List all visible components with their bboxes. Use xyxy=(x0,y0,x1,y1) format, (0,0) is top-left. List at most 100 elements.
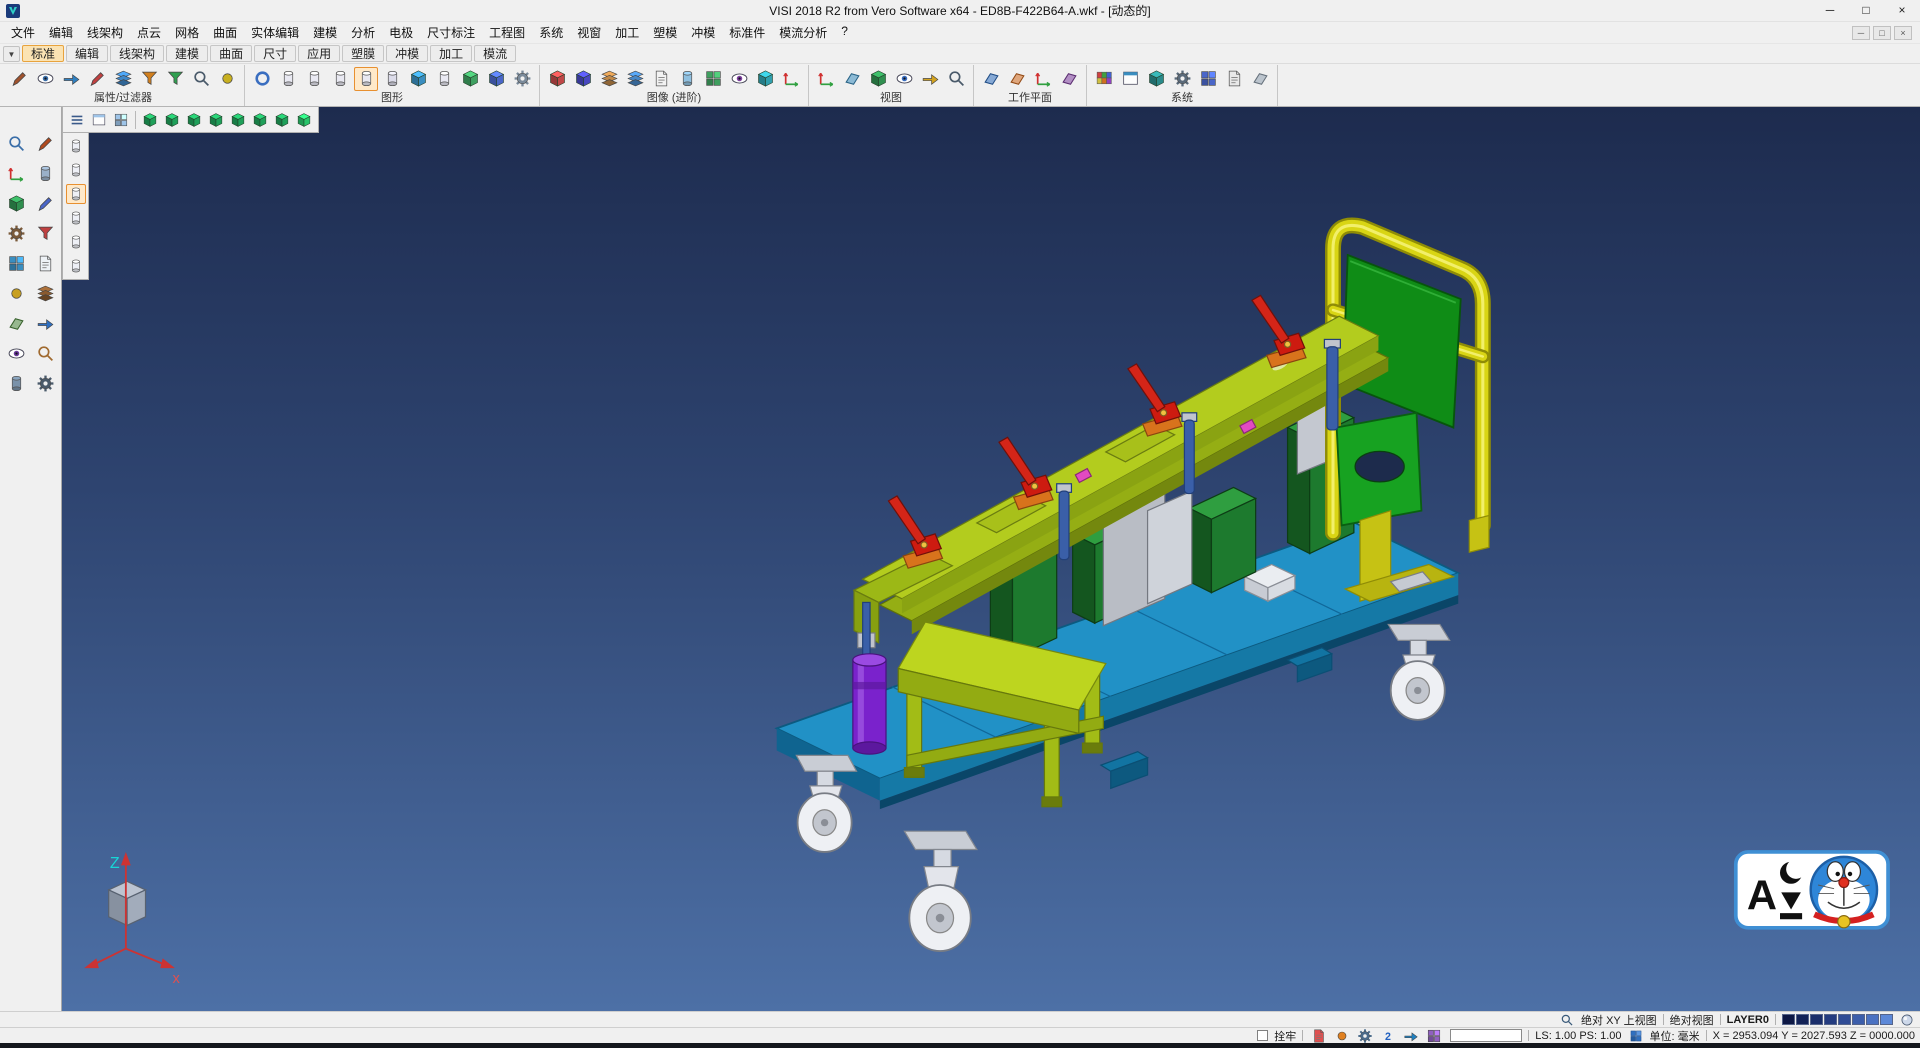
view-reference-label[interactable]: 绝对视图 xyxy=(1670,1012,1714,1028)
view-axes-icon[interactable] xyxy=(814,67,838,91)
edit-attributes-icon[interactable] xyxy=(7,67,31,91)
active-layer-label[interactable]: LAYER0 xyxy=(1727,1014,1769,1026)
menu-item-5[interactable]: 曲面 xyxy=(206,22,244,43)
move-tool-icon[interactable] xyxy=(33,311,57,335)
document-tool-icon[interactable] xyxy=(33,251,57,275)
plane-tool-icon[interactable] xyxy=(4,311,28,335)
tab-4[interactable]: 曲面 xyxy=(210,45,252,62)
menu-item-9[interactable]: 电极 xyxy=(382,22,420,43)
view-visibility-icon[interactable] xyxy=(892,67,916,91)
filter-tool-icon[interactable] xyxy=(33,221,57,245)
menu-item-11[interactable]: 工程图 xyxy=(482,22,532,43)
system-doc-icon[interactable] xyxy=(1222,67,1246,91)
menu-item-15[interactable]: 塑模 xyxy=(646,22,684,43)
menu-item-17[interactable]: 标准件 xyxy=(722,22,772,43)
adv-layers-blue-icon[interactable] xyxy=(623,67,647,91)
mdi-minimize-button[interactable]: ─ xyxy=(1852,26,1870,40)
copy-attributes-icon[interactable] xyxy=(59,67,83,91)
single-view-icon[interactable] xyxy=(89,110,109,130)
filter-curves-icon[interactable] xyxy=(66,160,86,180)
tab-8[interactable]: 冲模 xyxy=(386,45,428,62)
menu-item-1[interactable]: 编辑 xyxy=(42,22,80,43)
grid-status-icon[interactable] xyxy=(1424,1026,1444,1046)
view-plane-icon[interactable] xyxy=(840,67,864,91)
menu-item-0[interactable]: 文件 xyxy=(4,22,42,43)
view-zoom-icon[interactable] xyxy=(944,67,968,91)
view-iso-icon[interactable] xyxy=(140,110,160,130)
adv-render-icon[interactable] xyxy=(753,67,777,91)
adv-layers-orange-icon[interactable] xyxy=(597,67,621,91)
render-green-icon[interactable] xyxy=(458,67,482,91)
workplane-view-icon[interactable] xyxy=(1057,67,1081,91)
mdi-close-button[interactable]: × xyxy=(1894,26,1912,40)
search-entities-icon[interactable] xyxy=(189,67,213,91)
tab-3[interactable]: 建模 xyxy=(166,45,208,62)
view-left-icon[interactable] xyxy=(250,110,270,130)
view-back-icon[interactable] xyxy=(228,110,248,130)
view-cube-icon[interactable] xyxy=(866,67,890,91)
system-cube-icon[interactable] xyxy=(1144,67,1168,91)
menu-item-8[interactable]: 分析 xyxy=(344,22,382,43)
color-palette-icon[interactable] xyxy=(1092,67,1116,91)
shade-mode-3-icon[interactable] xyxy=(328,67,352,91)
model-canvas[interactable]: Z x A xyxy=(62,107,1920,1011)
help-level-icon[interactable]: 2 xyxy=(1378,1026,1398,1046)
view-tool-icon[interactable] xyxy=(4,341,28,365)
viewport[interactable]: Z x A xyxy=(62,107,1920,1011)
render-sphere-icon[interactable] xyxy=(1899,1012,1915,1028)
filter-solids-icon[interactable] xyxy=(66,208,86,228)
view-top-icon[interactable] xyxy=(162,110,182,130)
status-settings-icon[interactable] xyxy=(1355,1026,1375,1046)
filter-surfaces-icon[interactable] xyxy=(66,184,86,204)
menu-item-6[interactable]: 实体编辑 xyxy=(244,22,306,43)
view-rotate-icon[interactable] xyxy=(918,67,942,91)
multi-view-icon[interactable] xyxy=(111,110,131,130)
trim-tool-icon[interactable] xyxy=(33,131,57,155)
point-tool-icon[interactable] xyxy=(4,281,28,305)
entity-visibility-icon[interactable] xyxy=(33,67,57,91)
menu-item-3[interactable]: 点云 xyxy=(130,22,168,43)
close-button[interactable]: × xyxy=(1884,0,1920,21)
shade-mode-4-icon[interactable] xyxy=(380,67,404,91)
view-mode-label[interactable]: 绝对 XY 上视图 xyxy=(1581,1012,1657,1028)
zoom-tool-icon[interactable] xyxy=(33,341,57,365)
wireframe-icon[interactable] xyxy=(250,67,274,91)
mdi-restore-button[interactable]: □ xyxy=(1873,26,1891,40)
view-right-icon[interactable] xyxy=(206,110,226,130)
filter-type-icon[interactable] xyxy=(137,67,161,91)
tab-1[interactable]: 编辑 xyxy=(66,45,108,62)
graphics-settings-icon[interactable] xyxy=(510,67,534,91)
filter-points-icon[interactable] xyxy=(66,136,86,156)
adv-inspect-icon[interactable] xyxy=(727,67,751,91)
shade-mode-5-icon[interactable] xyxy=(432,67,456,91)
layer-swatch-5[interactable] xyxy=(1852,1014,1865,1025)
options-tool-icon[interactable] xyxy=(33,371,57,395)
adv-view-red-icon[interactable] xyxy=(545,67,569,91)
tab-6[interactable]: 应用 xyxy=(298,45,340,62)
toolbar-dropdown-button[interactable]: ▼ xyxy=(3,46,20,62)
error-list-icon[interactable] xyxy=(1309,1026,1329,1046)
viewport-menu-icon[interactable] xyxy=(67,110,87,130)
tab-0[interactable]: 标准 xyxy=(22,45,64,62)
tab-2[interactable]: 线架构 xyxy=(110,45,164,62)
sketch-tool-icon[interactable] xyxy=(33,191,57,215)
adv-grid-icon[interactable] xyxy=(701,67,725,91)
system-grid-icon[interactable] xyxy=(1196,67,1220,91)
grid-tool-icon[interactable] xyxy=(4,251,28,275)
shade-mode-active-icon[interactable] xyxy=(354,67,378,91)
view-front-icon[interactable] xyxy=(184,110,204,130)
menu-item-14[interactable]: 加工 xyxy=(608,22,646,43)
axes-tool-icon[interactable] xyxy=(4,161,28,185)
layer-swatch-2[interactable] xyxy=(1810,1014,1823,1025)
view-axono-icon[interactable] xyxy=(294,110,314,130)
filter-all-icon[interactable] xyxy=(66,256,86,276)
settings-tool-icon[interactable] xyxy=(4,221,28,245)
paint-attributes-icon[interactable] xyxy=(85,67,109,91)
render-blue-icon[interactable] xyxy=(484,67,508,91)
redo-status-icon[interactable] xyxy=(1401,1026,1421,1046)
layer-swatch-0[interactable] xyxy=(1782,1014,1795,1025)
maximize-button[interactable]: □ xyxy=(1848,0,1884,21)
units-grid-icon[interactable] xyxy=(1628,1028,1644,1044)
layer-swatch-1[interactable] xyxy=(1796,1014,1809,1025)
menu-item-7[interactable]: 建模 xyxy=(306,22,344,43)
